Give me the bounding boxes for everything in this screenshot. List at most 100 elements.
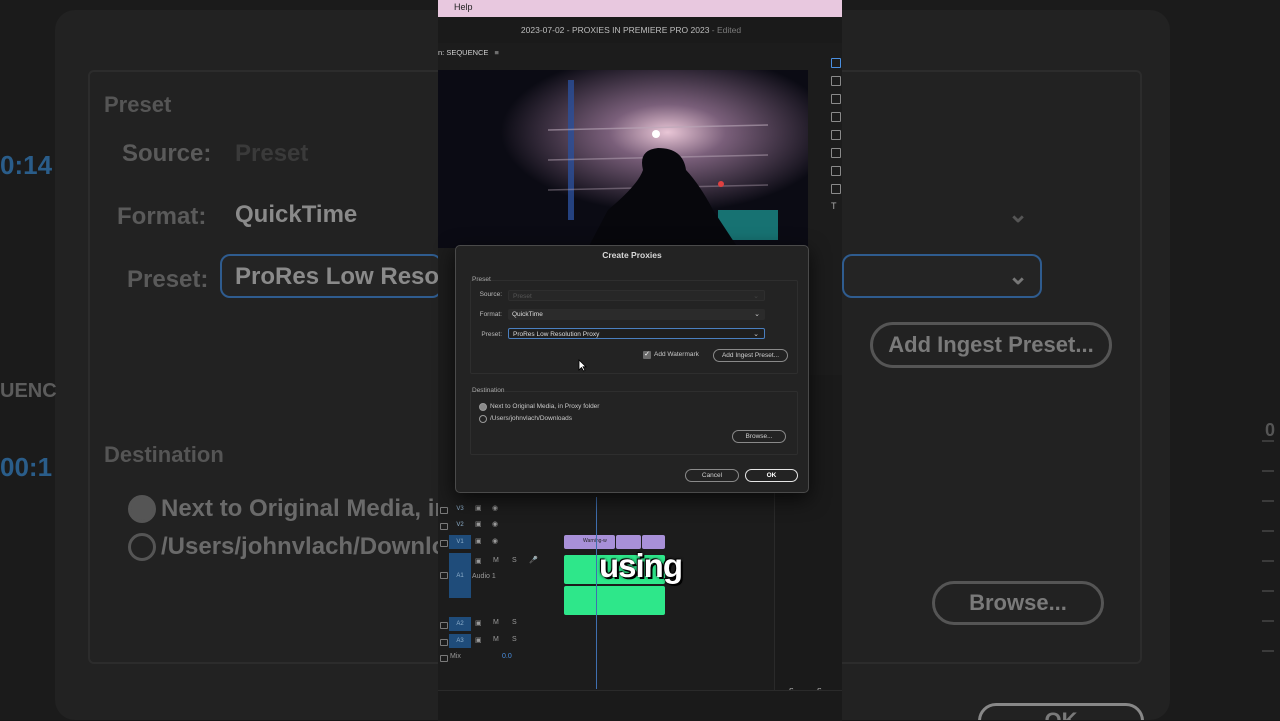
bg-sequence-label: UENC <box>0 380 57 402</box>
audio-clip[interactable] <box>564 586 665 615</box>
bg-source-value: Preset <box>235 140 309 167</box>
format-label: Format: <box>479 311 502 318</box>
playhead[interactable] <box>596 497 597 689</box>
track-v1[interactable]: V1 <box>449 535 471 549</box>
menu-help[interactable]: Help <box>454 2 473 12</box>
selection-tool-icon[interactable] <box>831 58 841 68</box>
eye-icon[interactable]: ◉ <box>492 537 498 545</box>
filmstrip-icon[interactable]: ▣ <box>475 520 482 528</box>
bg-format-value: QuickTime <box>235 201 358 228</box>
timeline-scrollbar[interactable] <box>438 690 842 721</box>
hand-tool-icon[interactable] <box>831 184 841 194</box>
source-value: Preset <box>513 293 532 300</box>
track-v2: V2 <box>456 522 464 528</box>
lock-icon[interactable] <box>440 507 448 514</box>
tool-palette: T <box>828 55 842 215</box>
track-v3: V3 <box>456 506 464 512</box>
track-a2[interactable]: A2 <box>449 617 471 631</box>
filmstrip-icon[interactable]: ▣ <box>475 504 482 512</box>
watermark-checkbox[interactable]: ✓ <box>643 351 651 359</box>
source-select: Preset ⌄ <box>508 290 765 301</box>
dest-option-custom[interactable]: /Users/johnvlach/Downloads <box>490 415 572 422</box>
bg-source-label: Source: <box>122 140 212 167</box>
title-bar: 2023-07-02 - PROXIES IN PREMIERE PRO 202… <box>438 17 842 43</box>
filmstrip-icon[interactable]: ▣ <box>475 537 482 545</box>
format-value: QuickTime <box>512 311 543 318</box>
dest-radio-custom[interactable] <box>479 415 487 423</box>
mute-button[interactable]: M <box>493 619 499 626</box>
create-proxies-dialog: Create Proxies Preset Source: Preset ⌄ F… <box>455 245 809 493</box>
window-title: 2023-07-02 - PROXIES IN PREMIERE PRO 202… <box>438 25 824 35</box>
bg-scale-label: 0 <box>1265 420 1276 440</box>
track-a3[interactable]: A3 <box>449 634 471 648</box>
add-ingest-preset-button[interactable]: Add Ingest Preset... <box>713 349 788 362</box>
bg-preset-label: Preset: <box>127 266 209 293</box>
filmstrip-icon[interactable]: ▣ <box>475 636 482 644</box>
mouse-cursor-icon <box>578 359 587 372</box>
type-tool-icon[interactable]: T <box>831 202 839 211</box>
program-monitor-title: n: SEQUENCE <box>438 48 489 57</box>
dest-option-original[interactable]: Next to Original Media, in Proxy folder <box>490 403 599 410</box>
lock-icon[interactable] <box>440 540 448 547</box>
destination-group <box>470 391 798 455</box>
eye-icon[interactable]: ◉ <box>492 520 498 528</box>
program-monitor-label: n: SEQUENCE ≡ <box>438 48 499 57</box>
track-select-tool-icon[interactable] <box>831 76 841 86</box>
slip-tool-icon[interactable] <box>831 130 841 140</box>
preset-label: Preset: <box>481 331 502 338</box>
video-frame <box>438 70 808 248</box>
filmstrip-icon[interactable]: ▣ <box>475 557 482 565</box>
menu-bar: Help <box>438 0 842 17</box>
bg-format-label: Format: <box>117 203 207 230</box>
lock-icon[interactable] <box>440 572 448 579</box>
bg-preset-heading: Preset <box>104 92 172 117</box>
solo-button[interactable]: S <box>512 619 517 626</box>
destination-group-label: Destination <box>472 387 505 394</box>
bg-chevron-icon-2: ⌄ <box>1008 201 1029 228</box>
dest-radio-original[interactable] <box>479 403 487 411</box>
bg-tick <box>1262 440 1274 442</box>
ripple-edit-tool-icon[interactable] <box>831 94 841 104</box>
bg-radio-1 <box>128 495 156 523</box>
lock-icon[interactable] <box>440 622 448 629</box>
bg-ok-button: OK <box>978 703 1144 720</box>
bg-dest1: Next to Original Media, in P <box>161 495 472 522</box>
bg-tick <box>1262 500 1274 502</box>
bg-tick <box>1262 590 1274 592</box>
browse-button[interactable]: Browse... <box>732 430 786 443</box>
format-select[interactable]: QuickTime ⌄ <box>508 309 765 320</box>
microphone-icon[interactable]: 🎤 <box>529 556 538 564</box>
bg-tick <box>1262 470 1274 472</box>
source-label: Source: <box>479 291 502 298</box>
mix-label: Mix <box>450 653 461 660</box>
chevron-down-icon: ⌄ <box>753 293 759 300</box>
rectangle-tool-icon[interactable] <box>831 166 841 176</box>
filmstrip-icon[interactable]: ▣ <box>475 619 482 627</box>
hamburger-icon[interactable]: ≡ <box>494 48 498 57</box>
bg-add-ingest-button: Add Ingest Preset... <box>870 322 1112 368</box>
eye-icon[interactable]: ◉ <box>492 504 498 512</box>
lock-icon[interactable] <box>440 655 448 662</box>
lock-icon[interactable] <box>440 523 448 530</box>
mute-button[interactable]: M <box>493 636 499 643</box>
bg-timecode-1: 0:14 <box>0 150 53 180</box>
bg-timecode-2: 00:1 <box>0 452 53 482</box>
bg-preset-value: ProRes Low Resolut <box>235 263 469 290</box>
track-a1[interactable]: A1 <box>449 553 471 598</box>
pen-tool-icon[interactable] <box>831 148 841 158</box>
solo-button[interactable]: S <box>512 557 517 564</box>
clip-label: Warning-w <box>583 538 607 544</box>
razor-tool-icon[interactable] <box>831 112 841 122</box>
bg-destination-heading: Destination <box>104 442 224 467</box>
mute-button[interactable]: M <box>493 557 499 564</box>
bg-tick <box>1262 560 1274 562</box>
cancel-button[interactable]: Cancel <box>685 469 739 482</box>
bg-chevron-icon: ⌄ <box>1008 263 1029 290</box>
mix-value[interactable]: 0.0 <box>502 653 512 660</box>
bg-tick <box>1262 650 1274 652</box>
bg-radio-2 <box>128 533 156 561</box>
ok-button[interactable]: OK <box>745 469 798 482</box>
lock-icon[interactable] <box>440 639 448 646</box>
preset-select[interactable]: ProRes Low Resolution Proxy ⌄ <box>508 328 765 339</box>
solo-button[interactable]: S <box>512 636 517 643</box>
